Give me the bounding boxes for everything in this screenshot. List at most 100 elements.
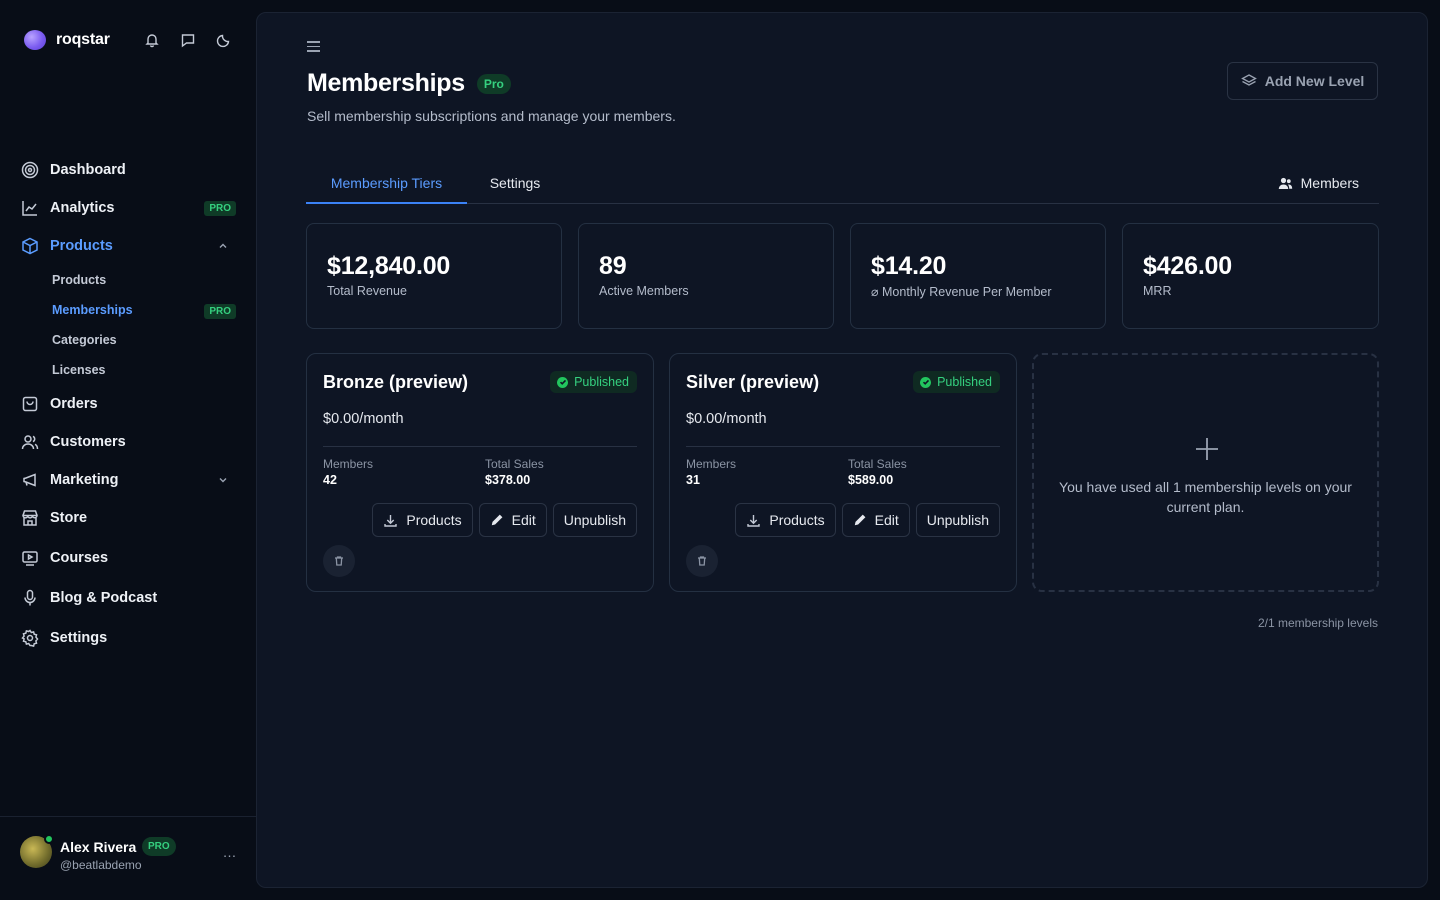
- sidebar-item-label: Customers: [50, 434, 126, 450]
- sidebar-item-label: Analytics: [50, 200, 115, 216]
- add-level-card[interactable]: You have used all 1 membership levels on…: [1032, 353, 1379, 592]
- sidebar-item-settings[interactable]: Settings: [20, 622, 236, 654]
- tab-settings[interactable]: Settings: [467, 163, 563, 203]
- pro-badge: PRO: [142, 837, 176, 856]
- unpublish-button[interactable]: Unpublish: [915, 503, 1000, 537]
- stat-label: Total Revenue: [327, 284, 407, 298]
- tier-name: Silver (preview): [686, 372, 820, 392]
- sidebar-item-blog-podcast[interactable]: Blog & Podcast: [20, 582, 236, 614]
- download-icon: [383, 513, 398, 528]
- check-circle-icon: [920, 376, 932, 388]
- members-label: Members: [686, 457, 737, 471]
- total-sales-value: $589.00: [848, 473, 894, 487]
- delete-button[interactable]: [686, 545, 718, 577]
- add-new-level-label: Add New Level: [1264, 73, 1365, 89]
- page-subtitle: Sell membership subscriptions and manage…: [307, 108, 676, 124]
- tier-name: Bronze (preview): [323, 372, 469, 392]
- microphone-icon: [20, 588, 40, 608]
- status-badge: Published: [550, 371, 637, 393]
- pro-badge: PRO: [204, 201, 236, 216]
- menu-icon[interactable]: [307, 41, 321, 55]
- unpublish-button[interactable]: Unpublish: [552, 503, 637, 537]
- tier-price: $0.00/month: [323, 411, 404, 427]
- members-button[interactable]: Members: [1278, 163, 1359, 203]
- status-label: Published: [574, 375, 629, 389]
- box-icon: [20, 236, 40, 256]
- stat-card-active-members: 89 Active Members: [578, 223, 834, 329]
- members-label: Members: [323, 457, 374, 471]
- delete-button[interactable]: [323, 545, 355, 577]
- pro-badge: Pro: [476, 73, 511, 94]
- tab-membership-tiers[interactable]: Membership Tiers: [306, 163, 467, 204]
- users-icon: [1278, 176, 1293, 191]
- plus-icon: [1194, 436, 1220, 462]
- sidebar-subitem-label: Categories: [52, 333, 117, 347]
- unpublish-button-label: Unpublish: [926, 512, 989, 528]
- stat-value: $12,840.00: [327, 252, 451, 280]
- total-sales-label: Total Sales: [485, 457, 544, 471]
- add-new-level-button[interactable]: Add New Level: [1227, 62, 1378, 100]
- sidebar-item-label: Products: [50, 238, 113, 254]
- sidebar-item-label: Orders: [50, 396, 98, 412]
- user-profile[interactable]: Alex Rivera PRO @beatlabdemo …: [20, 834, 240, 874]
- stat-label: MRR: [1143, 284, 1172, 298]
- chat-icon[interactable]: [178, 30, 198, 50]
- edit-button[interactable]: Edit: [841, 503, 910, 537]
- moon-icon[interactable]: [214, 30, 234, 50]
- pencil-icon: [490, 513, 504, 527]
- video-icon: [20, 548, 40, 568]
- download-icon: [746, 513, 761, 528]
- pencil-icon: [853, 513, 867, 527]
- sidebar-item-analytics[interactable]: Analytics PRO: [20, 192, 236, 224]
- brand-logo-icon: [24, 30, 46, 50]
- brand[interactable]: roqstar: [24, 28, 110, 52]
- status-badge: Published: [913, 371, 1000, 393]
- stat-label: ⌀ Monthly Revenue Per Member: [871, 285, 1052, 299]
- edit-button-label: Edit: [874, 512, 899, 528]
- sidebar-item-customers[interactable]: Customers: [20, 426, 236, 458]
- add-level-message: You have used all 1 membership levels on…: [1059, 479, 1352, 515]
- chevron-up-icon[interactable]: [216, 239, 230, 253]
- sidebar-item-label: Marketing: [50, 472, 119, 488]
- page-header: Memberships Pro: [307, 69, 511, 98]
- profile-divider: [0, 816, 256, 817]
- sidebar-item-label: Store: [50, 510, 88, 526]
- page-title: Memberships: [307, 69, 465, 97]
- sidebar-subitem-products[interactable]: Products: [52, 268, 236, 292]
- sidebar-item-courses[interactable]: Courses: [20, 542, 236, 574]
- tier-actions: Products Edit Unpublish: [372, 503, 637, 537]
- app-root: roqstar Dashboard Analytics PRO Products…: [0, 0, 1440, 900]
- sidebar-subitem-licenses[interactable]: Licenses: [52, 358, 236, 382]
- sidebar-item-store[interactable]: Store: [20, 502, 236, 534]
- tier-actions: Products Edit Unpublish: [735, 503, 1000, 537]
- check-circle-icon: [557, 376, 569, 388]
- edit-button[interactable]: Edit: [478, 503, 547, 537]
- sidebar-subitem-label: Licenses: [52, 363, 106, 377]
- stat-card-total-revenue: $12,840.00 Total Revenue: [306, 223, 562, 329]
- sidebar-item-dashboard[interactable]: Dashboard: [20, 154, 236, 186]
- shopping-bag-icon: [20, 394, 40, 414]
- tabs: Membership Tiers Settings Members: [306, 163, 1379, 204]
- more-options-icon[interactable]: …: [220, 844, 240, 860]
- bell-icon[interactable]: [142, 30, 162, 50]
- sidebar-item-label: Dashboard: [50, 162, 126, 178]
- sidebar-subitem-memberships[interactable]: Memberships PRO: [52, 298, 236, 322]
- chevron-down-icon[interactable]: [216, 473, 230, 487]
- products-button[interactable]: Products: [372, 503, 473, 537]
- stat-card-avg-revenue: $14.20 ⌀ Monthly Revenue Per Member: [850, 223, 1106, 329]
- profile-handle: @beatlabdemo: [60, 858, 142, 872]
- sidebar-item-label: Settings: [50, 630, 108, 646]
- main-panel: Memberships Pro Sell membership subscrip…: [256, 12, 1428, 888]
- sidebar-subitem-categories[interactable]: Categories: [52, 328, 236, 352]
- products-button[interactable]: Products: [735, 503, 836, 537]
- users-icon: [20, 432, 40, 452]
- stats-row: $12,840.00 Total Revenue 89 Active Membe…: [306, 223, 1379, 329]
- stat-card-mrr: $426.00 MRR: [1122, 223, 1379, 329]
- sidebar-item-products[interactable]: Products: [20, 230, 236, 262]
- sidebar-item-label: Courses: [50, 550, 109, 566]
- sidebar-item-orders[interactable]: Orders: [20, 388, 236, 420]
- sidebar-item-marketing[interactable]: Marketing: [20, 464, 236, 496]
- tier-card-bronze: Bronze (preview) Published $0.00/month M…: [306, 353, 654, 592]
- members-value: 42: [323, 473, 337, 487]
- trash-icon: [333, 555, 345, 567]
